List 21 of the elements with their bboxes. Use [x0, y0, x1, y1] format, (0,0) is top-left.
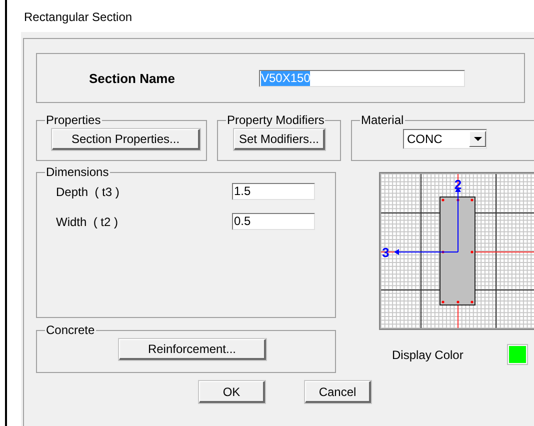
group-title: Dimensions [45, 165, 110, 179]
set-modifiers-button[interactable]: Set Modifiers... [234, 129, 325, 150]
reinforcement-button[interactable]: Reinforcement... [119, 339, 266, 360]
cancel-button[interactable]: Cancel [305, 381, 371, 403]
caret-icon [474, 137, 482, 141]
dimension-label: Depth ( t3 ) [56, 184, 120, 198]
dropdown-button[interactable] [469, 131, 486, 147]
display-color-swatch[interactable] [508, 345, 527, 364]
display-color-label: Display Color [392, 348, 464, 362]
dimension-field[interactable]: 0.5 [232, 213, 315, 230]
material-dropdown[interactable]: CONC [403, 129, 487, 149]
window-title: Rectangular Section [23, 9, 134, 26]
dimension-field[interactable]: 1.5 [232, 183, 315, 200]
dimension-label: Width ( t2 ) [56, 214, 120, 228]
section-properties-button[interactable]: Section Properties... [52, 129, 200, 150]
group-title: Material [360, 113, 405, 127]
group-title: Properties [45, 113, 102, 127]
ok-button[interactable]: OK [199, 381, 265, 403]
group-title: Concrete [45, 323, 96, 337]
group-title: Property Modifiers [226, 113, 326, 127]
section-name-label: Section Name [89, 70, 176, 86]
